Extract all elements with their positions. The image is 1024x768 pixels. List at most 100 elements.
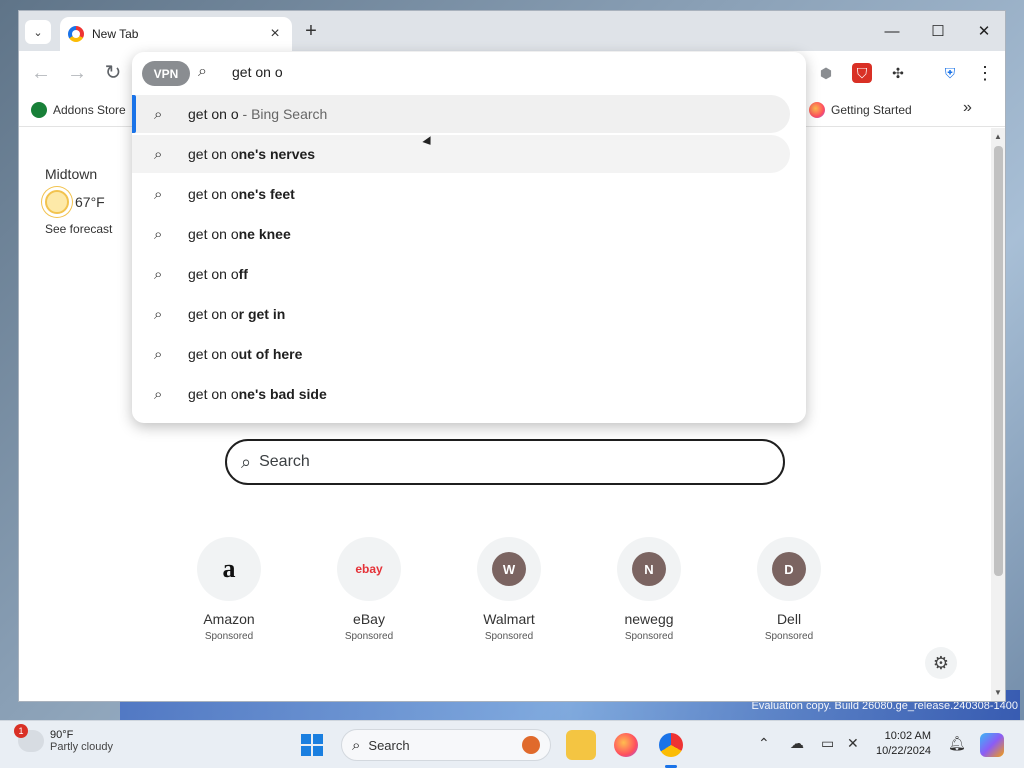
reload-button[interactable]: ↻ [101,62,125,84]
suggestion-item[interactable]: ⌕ get on one's bad side [132,375,790,413]
windows-logo-icon [301,746,311,756]
suggestion-item[interactable]: ⌕ get on or get in [132,295,790,333]
suggestion-typed: get on o [188,186,239,202]
suggestion-typed: get on o [188,346,239,362]
taskbar-weather[interactable]: 1 90°F Partly cloudy [14,724,113,753]
sponsored-label: Sponsored [344,631,394,642]
scroll-thumb[interactable] [994,146,1003,576]
notifications-bell-icon[interactable]: 🔔︎ [948,735,966,752]
suggestion-item[interactable]: ⌕ get on o - Bing Search [132,95,790,133]
sponsored-label: Sponsored [484,631,534,642]
volume-muted-icon[interactable]: ✕ [847,735,859,752]
suggestion-typed: get on o [188,146,239,162]
sponsored-label: Sponsored [204,631,254,642]
customize-gear-icon[interactable]: ⚙ [925,647,957,679]
bookmarks-overflow-button[interactable]: » [963,99,972,117]
taskbar-weather-temp: 90°F [50,729,74,741]
sponsored-label: Sponsored [764,631,814,642]
see-forecast-link[interactable]: See forecast [45,222,112,236]
start-button[interactable] [301,734,323,756]
search-icon: ⌕ [154,225,163,243]
copilot-icon[interactable] [980,733,1004,757]
chevron-down-icon: ⌄ [33,26,43,39]
maximize-button[interactable]: ☐ [915,11,961,51]
security-shield-icon[interactable]: ⛨ [940,63,960,83]
taskbar-search[interactable]: ⌕ Search [341,729,551,761]
tile-newegg[interactable]: N newegg Sponsored [579,537,719,642]
suggestion-item[interactable]: ⌕ get on one's nerves [132,135,790,173]
sponsored-label: Sponsored [624,631,674,642]
adblock-extension-icon[interactable]: ⛉ [852,63,872,83]
network-offline-icon[interactable]: ☁ [790,735,804,752]
tile-ebay[interactable]: ebay eBay Sponsored [299,537,439,642]
tab-title: New Tab [92,27,139,41]
suggestion-completion: ne's nerves [238,146,316,162]
extensions-puzzle-icon[interactable]: ✣ [888,63,908,83]
weather-widget[interactable]: Midtown 67°F See forecast [45,166,112,236]
tile-walmart[interactable]: W Walmart Sponsored [439,537,579,642]
suggestion-typed: get on o [188,106,239,122]
notification-badge: 1 [14,724,28,738]
tile-dell[interactable]: D Dell Sponsored [719,537,859,642]
tile-label: Amazon [203,611,255,627]
new-tab-button[interactable]: + [299,20,323,43]
clock-time: 10:02 AM [884,730,932,742]
display-icon[interactable]: ▭ [821,735,834,752]
scroll-up-icon[interactable]: ▲ [991,132,1005,141]
sun-icon [45,190,69,214]
omnibox-dropdown: VPN ⌕ ⌕ get on o - Bing Search ⌕ get on … [132,52,806,423]
tile-label: newegg [624,611,674,627]
firefox-icon [809,102,825,118]
browser-taskbar-icon[interactable] [656,730,686,760]
taskbar-clock[interactable]: 10:02 AM 10/22/2024 [876,729,931,759]
browser-logo-icon [68,26,84,42]
firefox-taskbar-icon[interactable] [611,730,641,760]
minimize-button[interactable]: — [869,11,915,51]
amazon-logo-icon: a [222,554,236,583]
search-icon: ⌕ [154,145,163,163]
chevron-up-icon[interactable]: ⌃ [758,735,770,752]
tab-search-button[interactable]: ⌄ [25,20,51,44]
omnibox[interactable]: VPN ⌕ [132,52,806,94]
tab-new-tab[interactable]: New Tab × [60,17,292,51]
search-icon: ⌕ [154,105,163,123]
bookmark-label: Addons Store [53,103,126,117]
forward-button[interactable]: → [65,62,89,84]
close-window-button[interactable]: ✕ [961,11,1005,51]
weather-temperature: 67°F [75,194,105,210]
tile-label: Dell [776,611,802,627]
suggestion-item[interactable]: ⌕ get on out of here [132,335,790,373]
vpn-badge[interactable]: VPN [142,61,190,86]
search-icon: ⌕ [154,265,163,283]
bookmark-getting-started[interactable]: Getting Started [809,102,912,118]
suggestion-typed: get on o [188,386,239,402]
suggestion-completion: r get in [238,306,286,322]
windows-logo-icon [313,734,323,744]
address-bar-input[interactable] [232,64,732,80]
back-button[interactable]: ← [29,62,53,84]
ebay-logo-icon: ebay [355,562,383,576]
page-search-input[interactable] [259,453,769,471]
newegg-initial-icon: N [632,552,666,586]
tile-amazon[interactable]: a Amazon Sponsored [159,537,299,642]
suggestion-item[interactable]: ⌕ get on one's feet [132,175,790,213]
scroll-down-icon[interactable]: ▼ [991,688,1005,697]
windows-logo-icon [301,734,311,744]
bookmark-label: Getting Started [831,103,912,117]
tab-strip: ⌄ New Tab × + — ☐ ✕ [19,11,1005,51]
suggestion-completion: ff [238,266,248,282]
suggestion-item[interactable]: ⌕ get on off [132,255,790,293]
file-explorer-icon[interactable] [566,730,596,760]
partly-cloudy-icon: 1 [14,724,44,752]
suggestion-item[interactable]: ⌕ get on one knee [132,215,790,253]
suggestion-source: Bing Search [251,106,328,122]
search-icon: ⌕ [198,63,207,80]
suggestion-separator: - [238,106,252,122]
page-scrollbar[interactable]: ▲ ▼ [991,128,1005,701]
tab-close-icon[interactable]: × [266,25,284,43]
page-search-box[interactable]: ⌕ [225,439,785,485]
browser-menu-button[interactable]: ⋮ [975,63,995,83]
bookmark-addons-store[interactable]: Addons Store [31,102,126,118]
clock-date: 10/22/2024 [876,745,932,757]
extension-shield-icon[interactable]: ⬢ [816,63,836,83]
